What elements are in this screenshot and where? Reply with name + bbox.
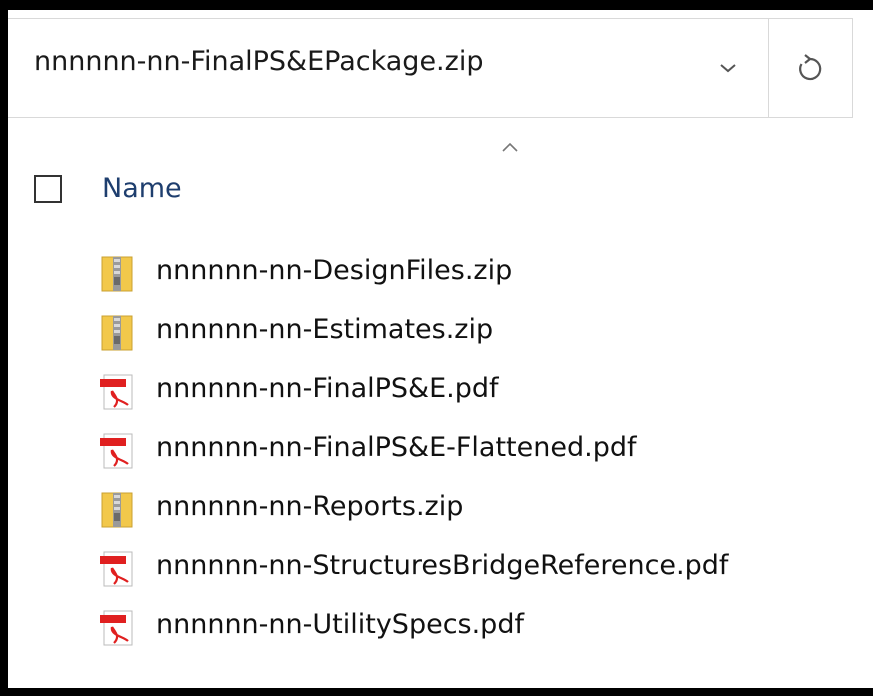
list-item[interactable]: nnnnnn-nn-FinalPS&E.pdf bbox=[8, 364, 868, 423]
list-item[interactable]: nnnnnn-nn-Estimates.zip bbox=[8, 305, 868, 364]
list-item[interactable]: nnnnnn-nn-FinalPS&E-Flattened.pdf bbox=[8, 423, 868, 482]
file-list: nnnnnn-nn-DesignFiles.zip nnnnnn-nn-Esti… bbox=[8, 246, 868, 659]
list-item[interactable]: nnnnnn-nn-DesignFiles.zip bbox=[8, 246, 868, 305]
select-all-checkbox[interactable] bbox=[34, 175, 62, 203]
address-bar[interactable]: nnnnnn-nn-FinalPS&EPackage.zip bbox=[8, 18, 853, 118]
list-item[interactable]: nnnnnn-nn-StructuresBridgeReference.pdf bbox=[8, 541, 868, 600]
column-header-name[interactable]: Name bbox=[102, 173, 182, 204]
pdf-icon bbox=[100, 433, 133, 469]
file-name: nnnnnn-nn-UtilitySpecs.pdf bbox=[156, 609, 524, 640]
address-dropdown-button[interactable] bbox=[688, 19, 768, 117]
explorer-window: nnnnnn-nn-FinalPS&EPackage.zip Name nnnn… bbox=[0, 0, 873, 696]
zip-folder-icon bbox=[101, 315, 133, 351]
refresh-icon bbox=[799, 54, 822, 81]
zip-folder-icon bbox=[101, 256, 133, 292]
refresh-button[interactable] bbox=[769, 19, 851, 117]
chevron-down-icon bbox=[720, 64, 736, 73]
list-item[interactable]: nnnnnn-nn-UtilitySpecs.pdf bbox=[8, 600, 868, 659]
file-name: nnnnnn-nn-FinalPS&E.pdf bbox=[156, 373, 499, 404]
pdf-icon bbox=[100, 610, 133, 646]
address-path[interactable]: nnnnnn-nn-FinalPS&EPackage.zip bbox=[34, 46, 483, 77]
zip-folder-icon bbox=[101, 492, 133, 528]
file-name: nnnnnn-nn-FinalPS&E-Flattened.pdf bbox=[156, 432, 637, 463]
pdf-icon bbox=[100, 551, 133, 587]
pdf-icon bbox=[100, 374, 133, 410]
sort-ascending-icon bbox=[502, 142, 518, 152]
file-name: nnnnnn-nn-Reports.zip bbox=[156, 491, 464, 522]
list-item[interactable]: nnnnnn-nn-Reports.zip bbox=[8, 482, 868, 541]
file-name: nnnnnn-nn-DesignFiles.zip bbox=[156, 255, 513, 286]
file-name: nnnnnn-nn-Estimates.zip bbox=[156, 314, 494, 345]
file-name: nnnnnn-nn-StructuresBridgeReference.pdf bbox=[156, 550, 729, 581]
column-header-row: Name bbox=[8, 160, 868, 220]
